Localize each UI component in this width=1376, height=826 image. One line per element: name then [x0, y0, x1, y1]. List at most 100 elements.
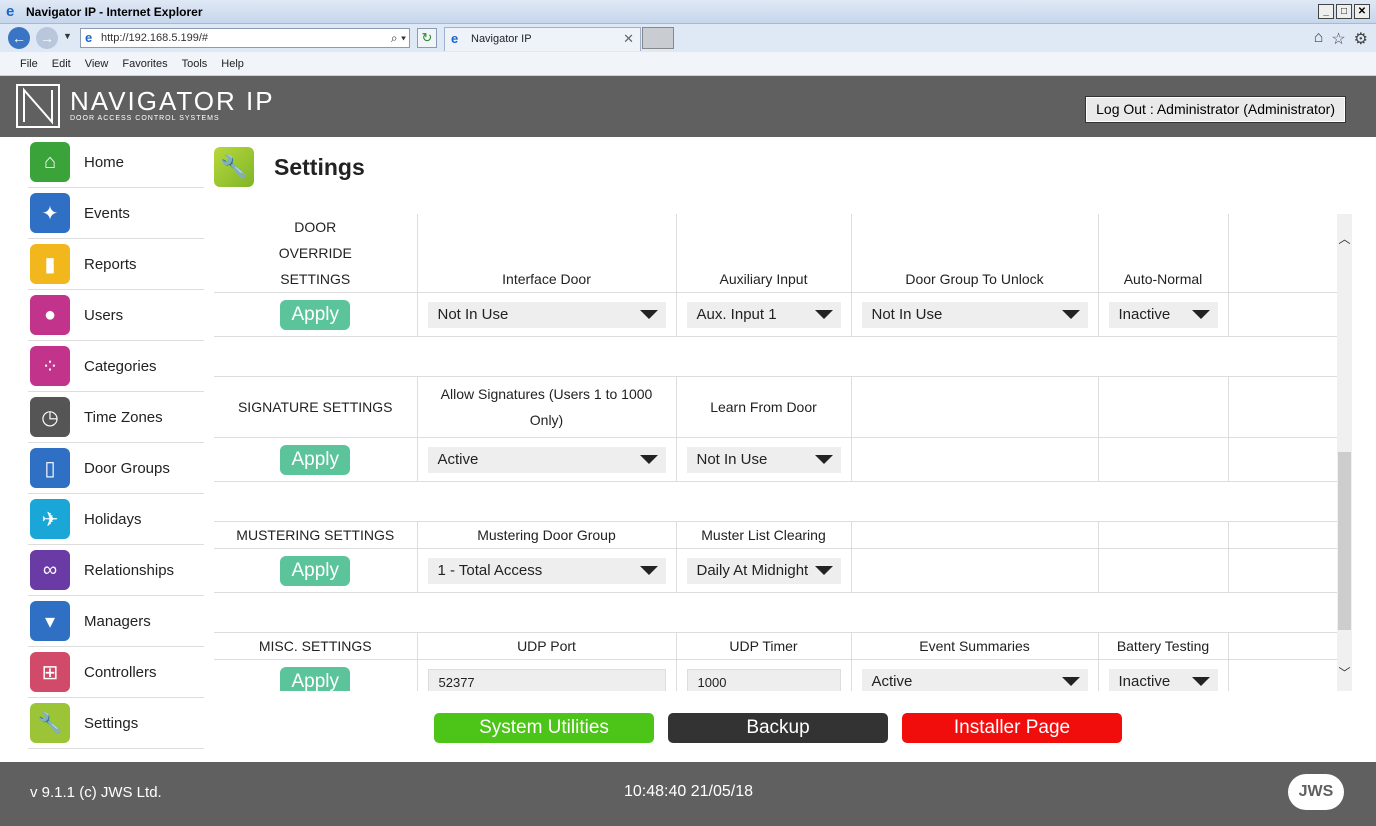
page-header: 🔧 Settings [214, 147, 365, 187]
menu-help[interactable]: Help [221, 52, 244, 75]
gear-icon[interactable]: ⚙ [1354, 29, 1368, 49]
reports-icon: ▮ [30, 244, 70, 284]
col-interface-door: Interface Door [417, 214, 677, 293]
browser-navbar: ← → ▼ e http://192.168.5.199/# ⌕ ▾ ↻ e N… [0, 24, 1376, 52]
browser-tab[interactable]: e Navigator IP ✕ [444, 27, 641, 51]
sidebar-item-controllers[interactable]: ⊞ Controllers [28, 647, 204, 698]
close-window-button[interactable]: ✕ [1354, 4, 1370, 19]
col-mustering-door-group: Mustering Door Group [417, 521, 677, 549]
apply-misc-button[interactable]: Apply [280, 666, 351, 691]
sidebar-item-events[interactable]: ✦ Events [28, 188, 204, 239]
event-summaries-select[interactable]: Active [861, 668, 1088, 691]
udp-port-input[interactable]: 52377 [427, 668, 666, 691]
window-titlebar: e Navigator IP - Internet Explorer _ □ ✕ [0, 0, 1376, 24]
brand-logo: NAVIGATOR IP DOOR ACCESS CONTROL SYSTEMS [16, 84, 275, 128]
back-icon[interactable]: ← [8, 27, 30, 49]
logout-button[interactable]: Log Out : Administrator (Administrator) [1085, 96, 1346, 123]
brand-name: NAVIGATOR IP [70, 86, 275, 116]
footer: v 9.1.1 (c) JWS Ltd. 10:48:40 21/05/18 J… [0, 762, 1376, 826]
misc-row: Apply 52377 1000 Active Inactive [214, 659, 1338, 691]
auto-normal-select[interactable]: Inactive [1108, 301, 1218, 328]
sidebar-item-managers[interactable]: ▾ Managers [28, 596, 204, 647]
installer-page-button[interactable]: Installer Page [902, 713, 1122, 743]
sidebar-item-settings[interactable]: 🔧 Settings [28, 698, 204, 749]
scroll-down-icon[interactable]: ﹀ [1337, 664, 1352, 681]
interface-door-select[interactable]: Not In Use [427, 301, 666, 328]
chevron-down-icon [814, 310, 833, 319]
mustering-title: MUSTERING SETTINGS [214, 521, 418, 549]
chevron-down-icon [814, 566, 833, 575]
mustering-header: MUSTERING SETTINGS Mustering Door Group … [214, 521, 1338, 549]
scroll-thumb[interactable] [1338, 452, 1351, 630]
sidebar-item-reports[interactable]: ▮ Reports [28, 239, 204, 290]
sidebar-item-label: Events [84, 204, 130, 222]
sidebar-item-users[interactable]: ● Users [28, 290, 204, 341]
col-door-group-unlock: Door Group To Unlock [851, 214, 1099, 293]
menu-edit[interactable]: Edit [52, 52, 71, 75]
misc-title: MISC. SETTINGS [214, 632, 418, 660]
wrench-icon: 🔧 [30, 703, 70, 743]
apply-signature-button[interactable]: Apply [280, 444, 351, 475]
chevron-down-icon [639, 455, 658, 464]
sidebar-item-label: Door Groups [84, 459, 170, 477]
new-tab-button[interactable] [642, 27, 674, 49]
col-auto-normal: Auto-Normal [1098, 214, 1229, 293]
col-battery-testing: Battery Testing [1098, 632, 1229, 660]
menu-file[interactable]: File [20, 52, 38, 75]
sidebar-item-label: Users [84, 306, 124, 324]
auxiliary-input-select[interactable]: Aux. Input 1 [686, 301, 841, 328]
sidebar-item-time-zones[interactable]: ◷ Time Zones [28, 392, 204, 443]
wrench-icon: 🔧 [214, 147, 254, 187]
door-override-title: DOOR OVERRIDE SETTINGS [214, 214, 418, 293]
close-tab-icon[interactable]: ✕ [623, 28, 634, 50]
battery-testing-select[interactable]: Inactive [1108, 668, 1218, 691]
sidebar-item-door-groups[interactable]: ▯ Door Groups [28, 443, 204, 494]
door-group-unlock-select[interactable]: Not In Use [861, 301, 1088, 328]
apply-mustering-button[interactable]: Apply [280, 555, 351, 586]
chevron-down-icon [1191, 310, 1210, 319]
sidebar-item-categories[interactable]: ⁘ Categories [28, 341, 204, 392]
address-bar[interactable]: e http://192.168.5.199/# ⌕ ▾ [80, 28, 410, 48]
mustering-door-group-select[interactable]: 1 - Total Access [427, 557, 666, 584]
forward-icon[interactable]: → [36, 27, 58, 49]
navigator-logo-icon [16, 84, 60, 128]
history-dropdown-icon[interactable]: ▼ [63, 31, 72, 41]
network-icon: ⊞ [30, 652, 70, 692]
refresh-icon[interactable]: ↻ [417, 28, 437, 48]
apply-door-override-button[interactable]: Apply [280, 299, 351, 330]
sidebar-item-relationships[interactable]: ∞ Relationships [28, 545, 204, 596]
learn-from-door-select[interactable]: Not In Use [686, 446, 841, 473]
backup-button[interactable]: Backup [668, 713, 888, 743]
sidebar-item-label: Settings [84, 714, 139, 732]
menu-tools[interactable]: Tools [182, 52, 208, 75]
udp-timer-input[interactable]: 1000 [686, 668, 841, 691]
sidebar-item-label: Categories [84, 357, 157, 375]
vertical-scrollbar[interactable]: ︿ ﹀ [1337, 214, 1352, 691]
settings-panel: DOOR OVERRIDE SETTINGS Interface Door Au… [214, 214, 1338, 691]
favorites-star-icon[interactable]: ☆ [1331, 29, 1345, 49]
link-icon: ∞ [30, 550, 70, 590]
minimize-button[interactable]: _ [1318, 4, 1334, 19]
maximize-button[interactable]: □ [1336, 4, 1352, 19]
home-toolbar-icon[interactable]: ⌂ [1314, 29, 1324, 49]
scroll-up-icon[interactable]: ︿ [1337, 230, 1352, 247]
sidebar-item-label: Relationships [84, 561, 175, 579]
version-text: v 9.1.1 (c) JWS Ltd. [30, 784, 162, 801]
col-allow-signatures: Allow Signatures (Users 1 to 1000 Only) [417, 376, 677, 438]
allow-signatures-select[interactable]: Active [427, 446, 666, 473]
browser-menu-bar: File Edit View Favorites Tools Help [0, 52, 1376, 76]
sidebar-item-home[interactable]: ⌂ Home [28, 137, 204, 188]
url-text: http://192.168.5.199/# [101, 32, 209, 44]
search-icon[interactable]: ⌕ ▾ [391, 29, 406, 47]
sidebar-item-label: Managers [84, 612, 151, 630]
menu-favorites[interactable]: Favorites [122, 52, 167, 75]
menu-view[interactable]: View [85, 52, 109, 75]
window-title: Navigator IP - Internet Explorer [26, 5, 203, 19]
sidebar-item-holidays[interactable]: ✈ Holidays [28, 494, 204, 545]
col-muster-list-clearing: Muster List Clearing [676, 521, 852, 549]
chevron-down-icon [814, 455, 833, 464]
system-utilities-button[interactable]: System Utilities [434, 713, 654, 743]
muster-list-clearing-select[interactable]: Daily At Midnight [686, 557, 841, 584]
col-auxiliary-input: Auxiliary Input [676, 214, 852, 293]
events-icon: ✦ [30, 193, 70, 233]
